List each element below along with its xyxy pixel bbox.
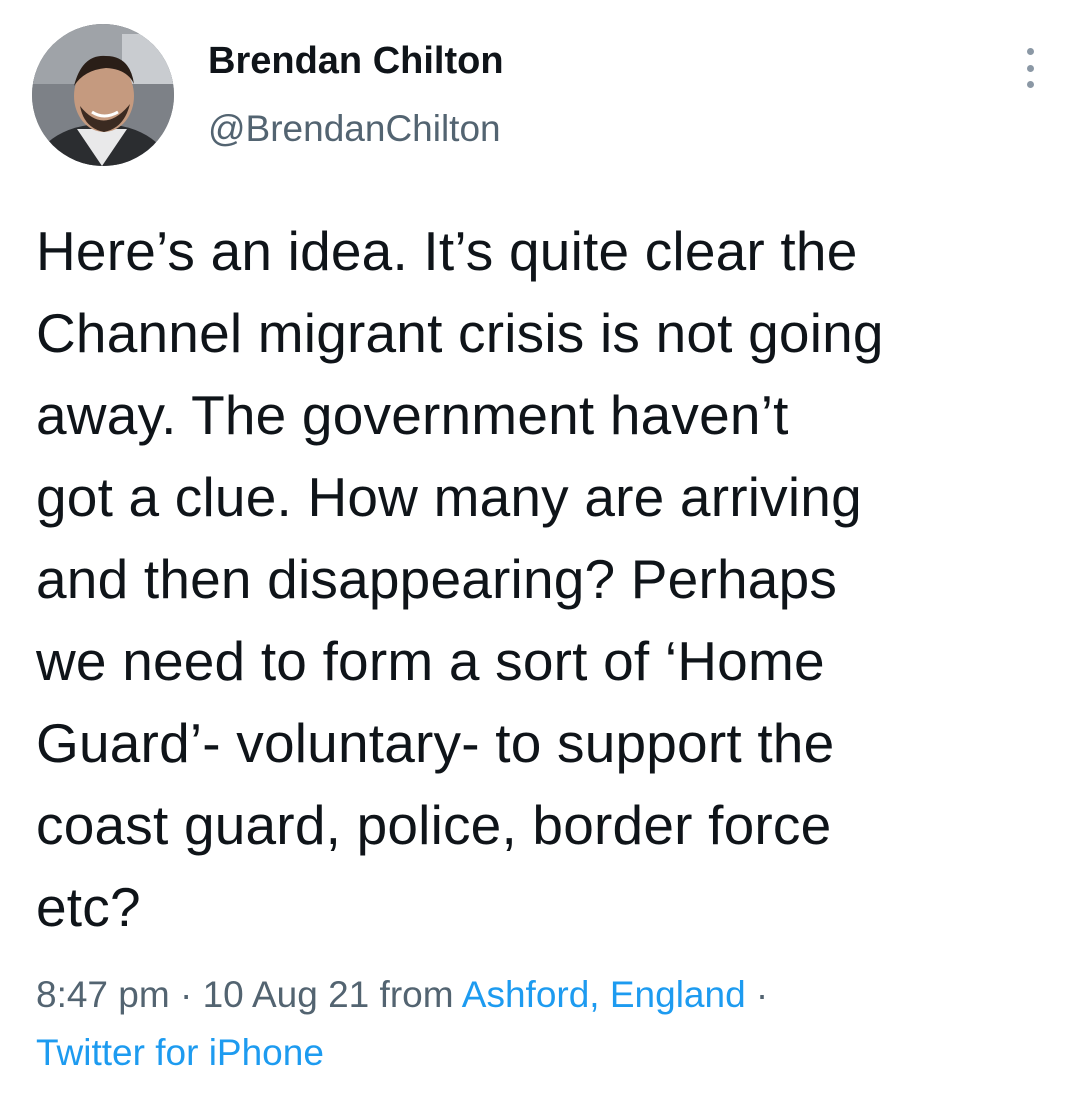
- from-label: from: [369, 974, 462, 1015]
- tweet-time[interactable]: 8:47 pm: [36, 974, 170, 1015]
- avatar[interactable]: [32, 24, 174, 166]
- tweet-meta-row: 8:47 pm · 10 Aug 21 from Ashford, Englan…: [36, 966, 1056, 1024]
- tweet-card: Brendan Chilton @BrendanChilton Here’s a…: [0, 0, 1080, 1101]
- tweet-text-line: and then disappearing? Perhaps: [36, 548, 838, 610]
- more-vertical-icon[interactable]: [1020, 48, 1040, 88]
- tweet-text-line: etc?: [36, 876, 141, 938]
- more-dot: [1026, 64, 1034, 72]
- tweet-text: Here’s an idea. It’s quite clear the Cha…: [36, 210, 1056, 948]
- profile-photo-icon: [32, 24, 174, 166]
- tweet-date[interactable]: 10 Aug 21: [203, 974, 370, 1015]
- tweet-text-line: Channel migrant crisis is not going: [36, 302, 884, 364]
- tweet-text-line: away. The government haven’t: [36, 384, 789, 446]
- tweet-text-line: we need to form a sort of ‘Home: [36, 630, 825, 692]
- meta-separator: ·: [169, 974, 203, 1015]
- tweet-text-line: Guard’- voluntary- to support the: [36, 712, 835, 774]
- author-handle[interactable]: @BrendanChilton: [208, 108, 501, 150]
- source-app-link[interactable]: Twitter for iPhone: [36, 1024, 1056, 1082]
- author-display-name[interactable]: Brendan Chilton: [208, 40, 504, 83]
- location-link[interactable]: Ashford, England: [462, 974, 746, 1015]
- tweet-text-line: coast guard, police, border force: [36, 794, 832, 856]
- more-dot: [1026, 81, 1034, 88]
- more-dot: [1026, 48, 1034, 55]
- meta-separator: ·: [745, 974, 769, 1015]
- tweet-meta: 8:47 pm · 10 Aug 21 from Ashford, Englan…: [36, 966, 1056, 1082]
- tweet-text-line: Here’s an idea. It’s quite clear the: [36, 220, 858, 282]
- tweet-text-line: got a clue. How many are arriving: [36, 466, 862, 528]
